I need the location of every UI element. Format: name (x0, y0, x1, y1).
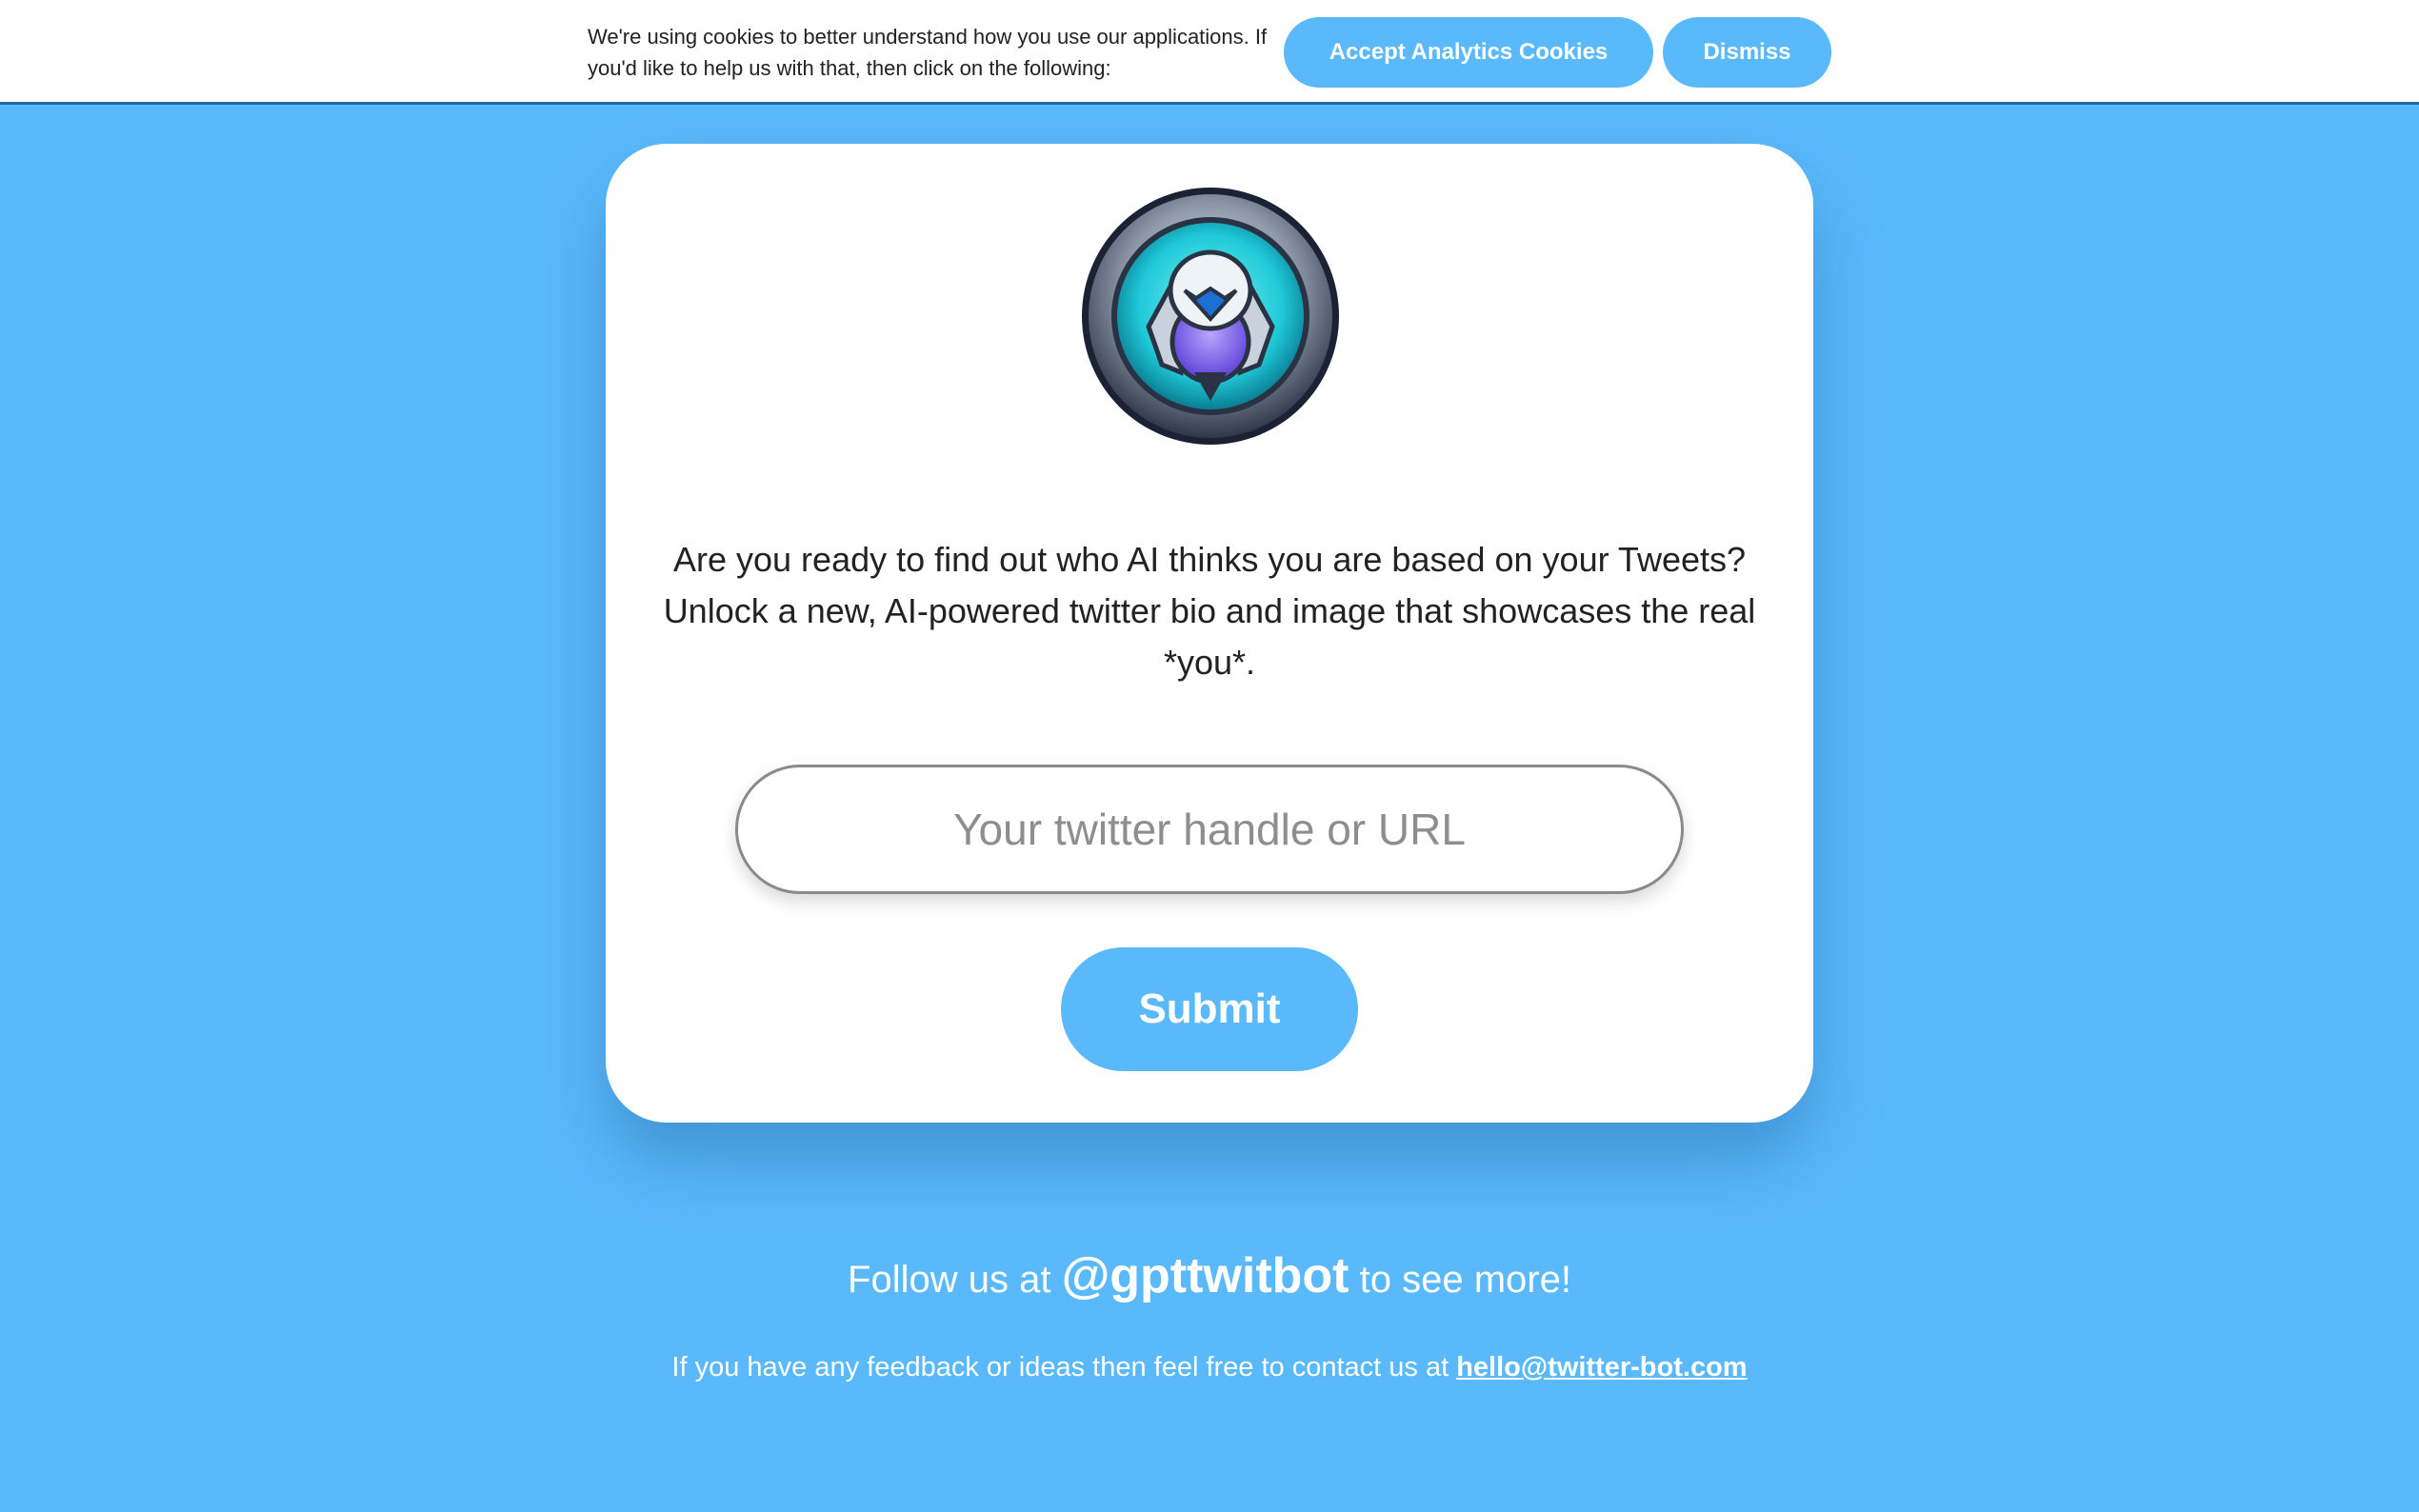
intro-text: Are you ready to find out who AI thinks … (663, 540, 1756, 682)
submit-button[interactable]: Submit (1061, 947, 1358, 1071)
feedback-text: If you have any feedback or ideas then f… (671, 1352, 1457, 1383)
dismiss-button[interactable]: Dismiss (1663, 17, 1831, 88)
cookie-banner: We're using cookies to better understand… (0, 0, 2419, 105)
contact-email-link[interactable]: hello@twitter-bot.com (1456, 1352, 1747, 1383)
follow-prefix: Follow us at (848, 1259, 1062, 1301)
accept-analytics-cookies-button[interactable]: Accept Analytics Cookies (1284, 17, 1653, 88)
feedback-line: If you have any feedback or ideas then f… (0, 1352, 2419, 1383)
follow-line: Follow us at @gpttwitbot to see more! (0, 1247, 2419, 1304)
main-card: Are you ready to find out who AI thinks … (606, 144, 1813, 1123)
follow-suffix: to see more! (1349, 1259, 1571, 1301)
cookie-message: We're using cookies to better understand… (588, 25, 1268, 80)
twitter-handle-input[interactable] (735, 765, 1684, 894)
twitter-handle-link[interactable]: @gpttwitbot (1062, 1248, 1349, 1303)
robot-bird-badge-icon (1082, 188, 1339, 445)
